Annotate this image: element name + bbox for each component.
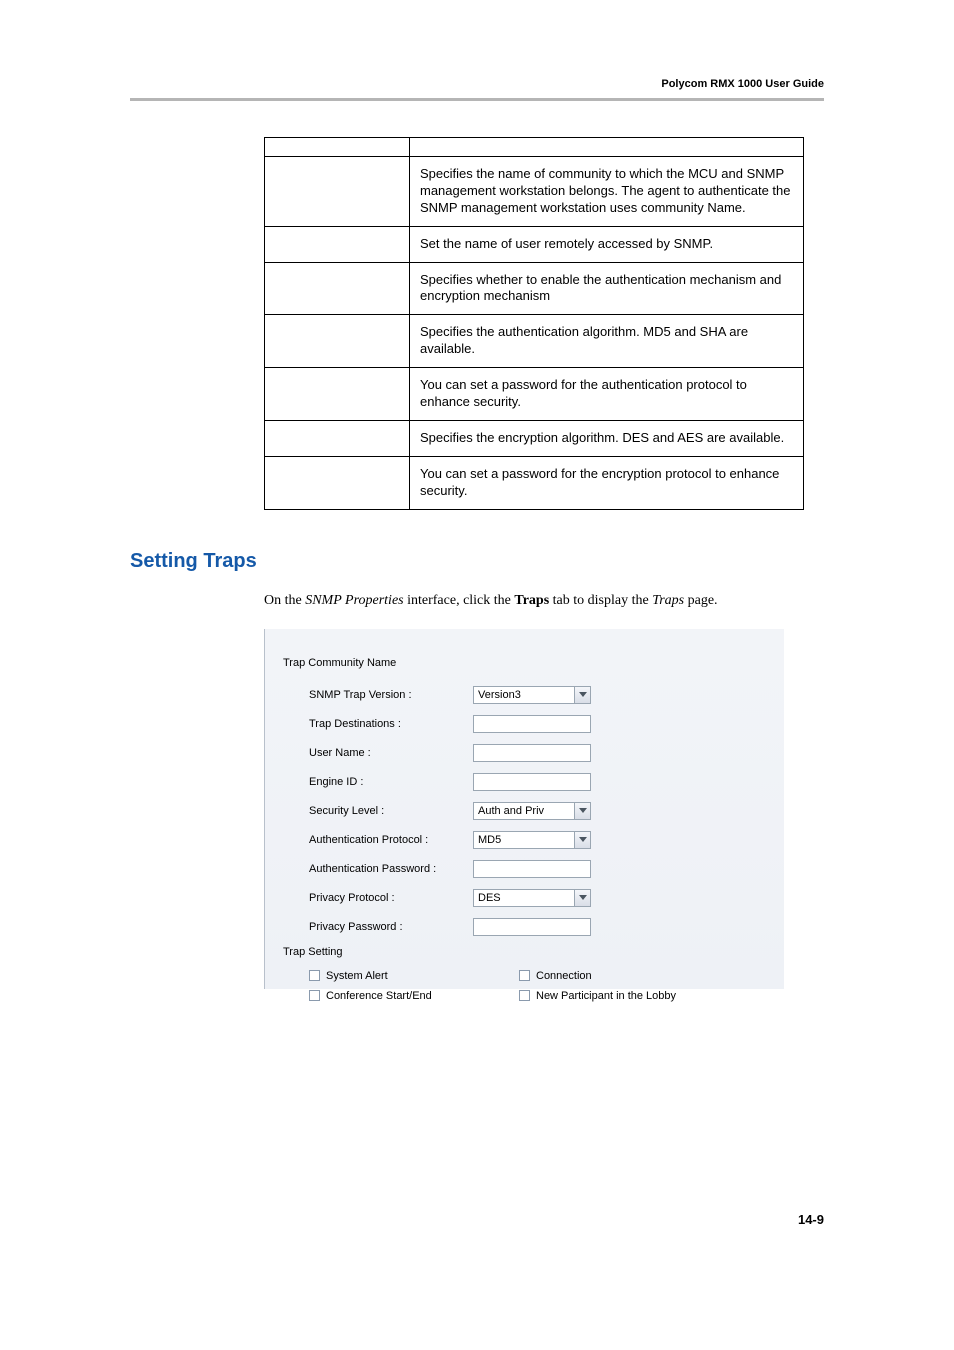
table-row: Specifies the authentication algorithm. … — [265, 315, 804, 368]
table-cell-right: Specifies the authentication algorithm. … — [410, 315, 804, 368]
body-text-fragment: interface, click the — [404, 593, 515, 608]
table-cell-left — [265, 315, 410, 368]
table-row: You can set a password for the encryptio… — [265, 456, 804, 509]
engine-id-input[interactable] — [473, 773, 591, 791]
conference-start-end-checkbox[interactable]: Conference Start/End — [309, 990, 519, 1002]
body-text-fragment: page. — [684, 593, 717, 608]
trap-destinations-input[interactable] — [473, 715, 591, 733]
table-row: Set the name of user remotely accessed b… — [265, 226, 804, 262]
security-level-row: Security Level : Auth and Priv — [309, 801, 766, 821]
table-cell-right: Specifies the encryption algorithm. DES … — [410, 420, 804, 456]
chevron-down-icon — [574, 687, 590, 703]
user-name-row: User Name : — [309, 743, 766, 763]
table-cell-right: Set the name of user remotely accessed b… — [410, 226, 804, 262]
header-rule — [130, 98, 824, 101]
checkbox-icon — [309, 990, 320, 1001]
trap-destinations-row: Trap Destinations : — [309, 714, 766, 734]
table-row: You can set a password for the authentic… — [265, 368, 804, 421]
table-cell-right — [410, 138, 804, 157]
snmp-trap-version-row: SNMP Trap Version : Version3 — [309, 685, 766, 705]
table-cell-left — [265, 138, 410, 157]
connection-checkbox[interactable]: Connection — [519, 970, 592, 982]
traps-screenshot: Trap Community Name SNMP Trap Version : … — [264, 629, 784, 989]
checkbox-icon — [519, 970, 530, 981]
trap-community-name-label: Trap Community Name — [283, 657, 766, 669]
auth-protocol-select[interactable]: MD5 — [473, 831, 591, 849]
table-cell-right: Specifies whether to enable the authenti… — [410, 262, 804, 315]
snmp-trap-version-value: Version3 — [478, 689, 521, 701]
checkbox-icon — [519, 990, 530, 1001]
new-participant-label: New Participant in the Lobby — [536, 990, 676, 1002]
auth-protocol-value: MD5 — [478, 834, 501, 846]
trap-setting-label: Trap Setting — [283, 946, 766, 958]
privacy-password-row: Privacy Password : — [309, 917, 766, 937]
privacy-protocol-value: DES — [478, 892, 501, 904]
body-text-italic: Traps — [652, 593, 684, 608]
table-row: Specifies whether to enable the authenti… — [265, 262, 804, 315]
privacy-protocol-row: Privacy Protocol : DES — [309, 888, 766, 908]
description-table: Specifies the name of community to which… — [264, 137, 804, 510]
connection-label: Connection — [536, 970, 592, 982]
privacy-protocol-label: Privacy Protocol : — [309, 892, 473, 904]
security-level-label: Security Level : — [309, 805, 473, 817]
chevron-down-icon — [574, 832, 590, 848]
table-cell-left — [265, 456, 410, 509]
system-alert-label: System Alert — [326, 970, 388, 982]
system-alert-checkbox[interactable]: System Alert — [309, 970, 519, 982]
table-cell-left — [265, 226, 410, 262]
privacy-password-input[interactable] — [473, 918, 591, 936]
table-row: Specifies the name of community to which… — [265, 157, 804, 227]
auth-protocol-row: Authentication Protocol : MD5 — [309, 830, 766, 850]
security-level-select[interactable]: Auth and Priv — [473, 802, 591, 820]
table-row: Specifies the encryption algorithm. DES … — [265, 420, 804, 456]
body-text: On the SNMP Properties interface, click … — [264, 591, 784, 611]
new-participant-checkbox[interactable]: New Participant in the Lobby — [519, 990, 676, 1002]
page-number: 14-9 — [798, 1212, 824, 1227]
engine-id-row: Engine ID : — [309, 772, 766, 792]
security-level-value: Auth and Priv — [478, 805, 544, 817]
auth-protocol-label: Authentication Protocol : — [309, 834, 473, 846]
table-cell-right: You can set a password for the encryptio… — [410, 456, 804, 509]
body-text-fragment: On the — [264, 593, 305, 608]
privacy-password-label: Privacy Password : — [309, 921, 473, 933]
auth-password-row: Authentication Password : — [309, 859, 766, 879]
user-name-input[interactable] — [473, 744, 591, 762]
engine-id-label: Engine ID : — [309, 776, 473, 788]
chevron-down-icon — [574, 890, 590, 906]
table-cell-left — [265, 420, 410, 456]
privacy-protocol-select[interactable]: DES — [473, 889, 591, 907]
chevron-down-icon — [574, 803, 590, 819]
table-cell-left — [265, 157, 410, 227]
header-title: Polycom RMX 1000 User Guide — [130, 78, 824, 90]
user-name-label: User Name : — [309, 747, 473, 759]
snmp-trap-version-label: SNMP Trap Version : — [309, 689, 473, 701]
table-cell-left — [265, 262, 410, 315]
trap-destinations-label: Trap Destinations : — [309, 718, 473, 730]
body-text-bold: Traps — [514, 593, 549, 608]
auth-password-label: Authentication Password : — [309, 863, 473, 875]
table-cell-left — [265, 368, 410, 421]
section-heading: Setting Traps — [130, 550, 824, 573]
body-text-fragment: tab to display the — [549, 593, 652, 608]
checkbox-icon — [309, 970, 320, 981]
table-cell-right: Specifies the name of community to which… — [410, 157, 804, 227]
auth-password-input[interactable] — [473, 860, 591, 878]
conference-start-end-label: Conference Start/End — [326, 990, 432, 1002]
table-row — [265, 138, 804, 157]
body-text-italic: SNMP Properties — [305, 593, 403, 608]
table-cell-right: You can set a password for the authentic… — [410, 368, 804, 421]
snmp-trap-version-select[interactable]: Version3 — [473, 686, 591, 704]
